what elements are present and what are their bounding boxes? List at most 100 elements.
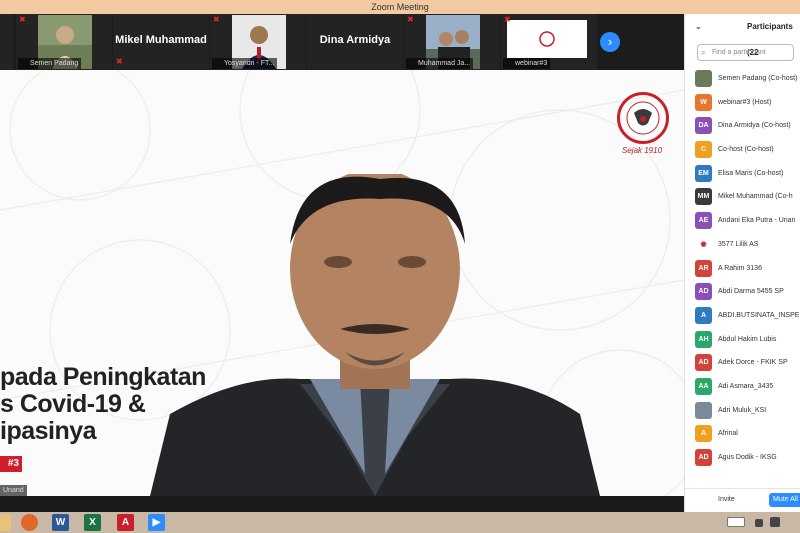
participant-row[interactable]: A Afrinal <box>685 422 800 446</box>
meeting-controls-strip <box>0 496 684 512</box>
participant-row[interactable]: AH Abdul Hakim Lubis <box>685 328 800 352</box>
mic-muted-icon: ✖ <box>504 15 511 24</box>
slide-tag: #3 <box>0 456 22 472</box>
avatar: MM <box>695 188 712 206</box>
participant-list: Semen Padang (Co-host) Wwebinar#3 (Host) D… <box>685 67 800 470</box>
participants-header: ⌄ Participants (22 <box>685 14 800 57</box>
acrobat-icon[interactable]: A <box>117 514 134 531</box>
mic-muted-icon: ✖ <box>407 15 414 24</box>
avatar: AE <box>695 212 712 230</box>
participant-name: Semen Padang (Co-host) <box>718 75 798 82</box>
mic-muted-icon: ✖ <box>19 15 26 24</box>
mic-muted-icon: ✖ <box>116 57 123 66</box>
participant-row[interactable]: AE Andani Eka Putra - Unan <box>685 209 800 233</box>
participant-name: Adek Dorce - FKIK SP <box>718 359 788 367</box>
network-icon[interactable] <box>770 517 780 527</box>
participant-search-input[interactable]: ⌕ Find a participant <box>697 44 794 61</box>
avatar: AH <box>695 330 712 348</box>
participant-name: Abdi Darma 5455 SP <box>718 288 784 296</box>
avatar: A <box>695 306 712 324</box>
participant-row[interactable]: Semen Padang (Co-host) <box>685 67 800 91</box>
gallery-tile-yosyandri[interactable]: ✖ Yosyandri - FT... <box>210 14 306 70</box>
mic-muted-icon: ✖ <box>213 15 220 24</box>
participant-row[interactable]: MM Mikel Muhammad (Co-h <box>685 185 800 209</box>
firefox-icon[interactable] <box>21 514 38 531</box>
windows-taskbar: W X A ▶ <box>0 512 800 533</box>
excel-icon[interactable]: X <box>84 514 101 531</box>
avatar: AD <box>695 354 712 372</box>
webinar-logo-thumbnail <box>507 20 587 58</box>
participant-row[interactable]: A ABDI.BUTSINATA_INSPE <box>685 304 800 328</box>
avatar: W <box>695 93 712 111</box>
avatar: DA <box>695 117 712 135</box>
participant-name: Abdul Hakim Lubis <box>718 335 777 343</box>
invite-button[interactable]: Invite <box>715 493 738 507</box>
tile-name: Dina Armidya <box>319 34 391 46</box>
participant-row[interactable]: ◉ 3577 Lilik AS <box>685 233 800 257</box>
participant-name: Afrinal <box>718 430 738 438</box>
search-icon: ⌕ <box>701 48 706 57</box>
participant-name: ABDI.BUTSINATA_INSPE <box>718 311 800 319</box>
participant-name: Mikel Muhammad (Co-h <box>718 193 793 201</box>
window-title: Zoom Meeting <box>0 0 800 14</box>
speaker-name-label: Unand <box>0 485 27 496</box>
file-explorer-icon[interactable] <box>0 514 11 531</box>
chevron-right-icon[interactable]: › <box>600 32 620 52</box>
word-icon[interactable]: W <box>52 514 69 531</box>
avatar: AD <box>695 449 712 466</box>
tile-name: Mikel Muhammad <box>115 34 207 46</box>
tile-label: Yosyandri - FT... <box>212 58 278 69</box>
avatar: AR <box>695 259 712 277</box>
gallery-strip: ✖ Semen Padang Mikel Muhammad ✖ ✖ Yosyan… <box>0 14 684 70</box>
participant-row[interactable]: EM Elisa Maris (Co-host) <box>685 162 800 186</box>
participant-row[interactable]: AR A Rahim 3136 <box>685 257 800 281</box>
tile-label: Muhammad Ja... <box>406 58 474 69</box>
tile-label: webinar#3 <box>503 58 551 69</box>
avatar: AD <box>695 283 712 301</box>
participant-name: 3577 Lilik AS <box>718 240 759 248</box>
participant-row[interactable]: C Co-host (Co-host) <box>685 138 800 162</box>
avatar: C <box>695 141 712 159</box>
participant-name: Adi Asmara_3435 <box>718 382 774 390</box>
participant-name: Andani Eka Putra - Unan <box>718 217 796 225</box>
active-speaker-view: Sejak 1910 pada Peningkatan s Covid-19 &… <box>0 70 684 496</box>
participant-row[interactable]: AD Adek Dorce - FKIK SP <box>685 351 800 375</box>
participant-row[interactable]: AD Abdi Darma 5455 SP <box>685 280 800 304</box>
participant-name: Co-host (Co-host) <box>718 146 774 154</box>
participant-name: Agus Dodik - IKSG <box>718 454 777 461</box>
participant-name: webinar#3 (Host) <box>718 98 772 106</box>
logo-subtitle: Sejak 1910 <box>622 146 663 155</box>
participant-name: Dina Armidya (Co-host) <box>718 122 791 130</box>
speaker-video <box>150 174 600 496</box>
avatar: A <box>695 425 712 443</box>
avatar: EM <box>695 164 712 182</box>
participants-panel: ⌄ Participants (22 ⌕ Find a participant … <box>684 14 800 512</box>
gallery-tile-mikel[interactable]: Mikel Muhammad ✖ <box>113 14 209 70</box>
participant-row[interactable]: DA Dina Armidya (Co-host) <box>685 114 800 138</box>
gallery-tile-dina[interactable]: Dina Armidya <box>307 14 403 70</box>
volume-icon[interactable] <box>755 519 763 527</box>
participant-row[interactable]: Wwebinar#3 (Host) <box>685 91 800 115</box>
padang-cement-logo <box>617 92 669 144</box>
participant-row[interactable]: AA Adi Asmara_3435 <box>685 375 800 399</box>
participants-footer: Invite Mute All <box>685 488 800 512</box>
tile-label: Semen Padang <box>18 58 82 69</box>
mute-all-button[interactable]: Mute All <box>769 493 800 507</box>
avatar: AA <box>695 377 712 395</box>
gallery-tile-webinar[interactable]: ✖ webinar#3 <box>501 14 597 70</box>
participant-name: Adri Muluk_KSI <box>718 406 767 414</box>
gallery-tile-semen-padang[interactable]: ✖ Semen Padang <box>16 14 112 70</box>
avatar <box>695 401 712 419</box>
keyboard-icon[interactable] <box>727 517 745 527</box>
search-placeholder: Find a participant <box>712 49 766 56</box>
gallery-tile-partial[interactable] <box>0 14 13 70</box>
zoom-icon[interactable]: ▶ <box>148 514 165 531</box>
participant-name: Elisa Maris (Co-host) <box>718 169 784 177</box>
participant-row[interactable]: AD Agus Dodik - IKSG <box>685 446 800 470</box>
avatar: ◉ <box>695 235 712 253</box>
avatar <box>695 70 712 87</box>
participant-row[interactable]: Adri Muluk_KSI <box>685 399 800 423</box>
participant-name: A Rahim 3136 <box>718 264 762 272</box>
chevron-down-icon[interactable]: ⌄ <box>695 14 702 40</box>
gallery-tile-muhammad[interactable]: ✖ Muhammad Ja... <box>404 14 500 70</box>
